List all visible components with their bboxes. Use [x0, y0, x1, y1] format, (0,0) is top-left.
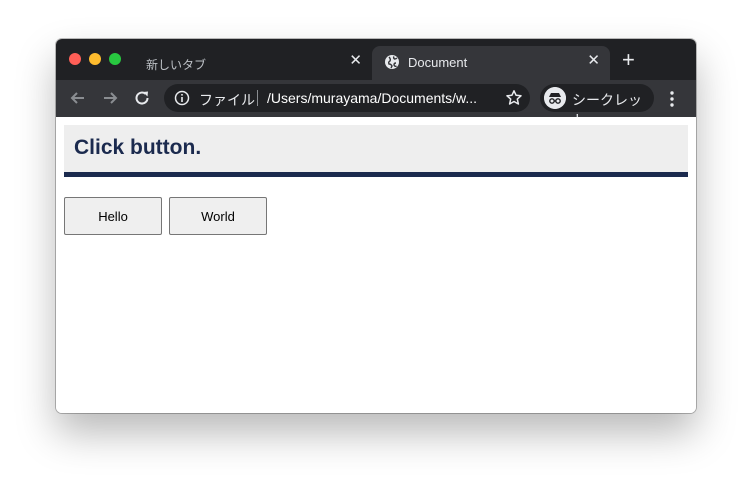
- toolbar: ファイル /Users/murayama/Documents/w... シークレ…: [56, 80, 696, 128]
- reload-icon[interactable]: [132, 88, 152, 108]
- url-text[interactable]: /Users/murayama/Documents/w...: [267, 90, 477, 106]
- url-scheme-label: ファイル: [199, 92, 255, 108]
- page-content: Click button. Hello World: [56, 117, 696, 413]
- address-bar[interactable]: ファイル /Users/murayama/Documents/w...: [164, 84, 530, 112]
- window-close-button[interactable]: [69, 53, 81, 65]
- tab-title: 新しいタブ: [146, 58, 207, 72]
- world-button[interactable]: World: [169, 197, 267, 235]
- window-minimize-button[interactable]: [89, 53, 101, 65]
- page-header: Click button.: [64, 125, 688, 177]
- star-icon[interactable]: [505, 89, 523, 107]
- hello-button[interactable]: Hello: [64, 197, 162, 235]
- forward-arrow-icon[interactable]: [100, 88, 120, 108]
- tab-document[interactable]: Document ✕: [372, 46, 610, 80]
- tab-new-tab[interactable]: 新しいタブ ✕: [136, 46, 372, 80]
- browser-window: 新しいタブ ✕ Document ✕ + ファイル /Users/murayam…: [56, 39, 696, 413]
- tab-title: Document: [408, 55, 468, 70]
- divider: [257, 90, 258, 106]
- menu-dots-icon[interactable]: [670, 89, 674, 109]
- incognito-indicator[interactable]: シークレット: [540, 84, 654, 128]
- page-title: Click button.: [74, 136, 202, 159]
- incognito-icon: [544, 87, 566, 109]
- window-maximize-button[interactable]: [109, 53, 121, 65]
- plus-icon[interactable]: +: [622, 49, 635, 71]
- globe-icon: [385, 55, 399, 69]
- close-icon[interactable]: ✕: [349, 53, 362, 69]
- close-icon[interactable]: ✕: [587, 53, 600, 69]
- info-icon[interactable]: [174, 90, 190, 106]
- back-arrow-icon[interactable]: [68, 88, 88, 108]
- title-bar: 新しいタブ ✕ Document ✕ +: [56, 39, 696, 80]
